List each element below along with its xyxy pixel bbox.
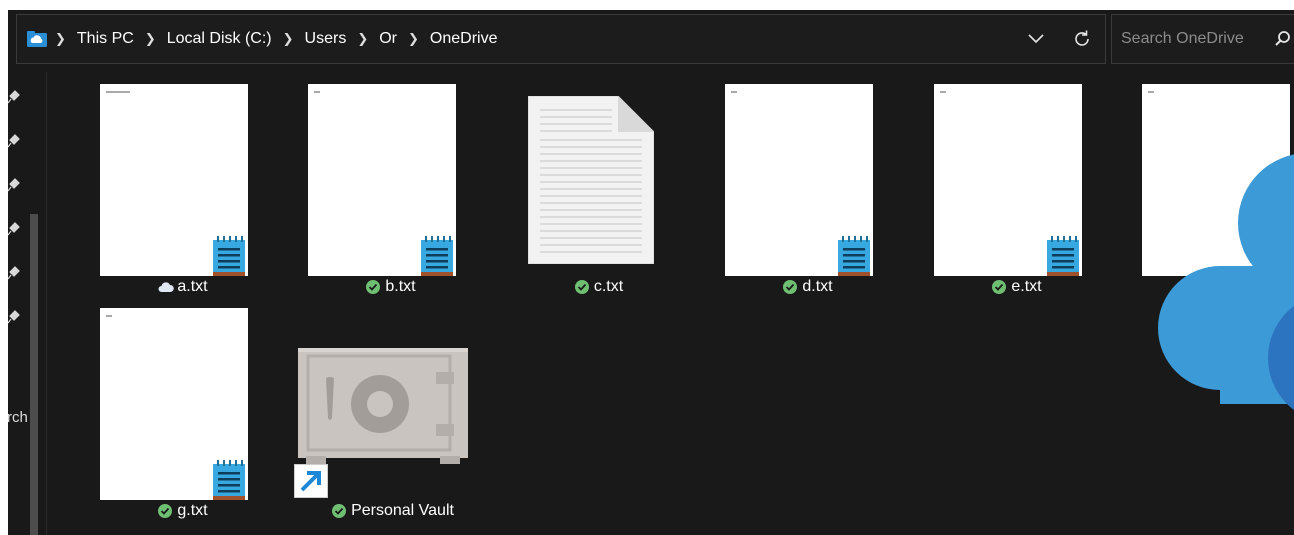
synced-check-icon [574,280,589,294]
notepad-icon [837,236,871,276]
file-name: b.txt [385,278,416,295]
nav-scrollbar[interactable] [30,214,38,535]
file-thumbnail [100,308,248,500]
search-box[interactable] [1111,14,1294,64]
onedrive-cloud-icon [1158,148,1294,410]
pin-icon[interactable] [8,90,20,104]
pin-icon[interactable] [8,266,20,280]
file-name: a.txt [177,278,208,295]
chevron-right-icon[interactable]: ❯ [357,31,368,47]
chevron-right-icon[interactable]: ❯ [145,31,156,47]
nav-item-label[interactable]: rch [8,409,28,426]
file-thumbnail [725,84,873,276]
breadcrumb-this-pc[interactable]: This PC [77,30,134,48]
onedrive-folder-icon [27,31,47,47]
chevron-right-icon[interactable]: ❯ [408,31,419,47]
file-label[interactable]: a.txt [88,278,278,296]
explorer-window: ❯ This PC ❯ Local Disk (C:) ❯ Users ❯ Or ❯ On… [8,10,1294,535]
navigation-pane: rch [8,72,48,535]
notepad-icon [1046,236,1080,276]
file-name: g.txt [177,502,208,519]
file-label[interactable]: e.txt [922,278,1112,296]
pane-divider [46,72,47,535]
pin-icon[interactable] [8,310,20,324]
file-tile[interactable]: c.txt [504,80,694,302]
file-label[interactable]: c.txt [504,278,694,296]
address-bar[interactable]: ❯ This PC ❯ Local Disk (C:) ❯ Users ❯ Or ❯ On… [16,14,1106,64]
breadcrumb-or[interactable]: Or [379,30,397,48]
safe-vault-icon [298,348,468,464]
synced-check-icon [783,280,798,294]
file-tile[interactable]: b.txt [296,80,486,302]
file-name: d.txt [802,278,833,295]
pin-icon[interactable] [8,222,20,236]
text-document-icon [527,95,655,265]
file-name: Personal Vault [351,502,454,519]
file-label[interactable]: g.txt [88,502,278,520]
breadcrumb-users[interactable]: Users [305,30,347,48]
file-thumbnail [308,84,456,276]
breadcrumb: ❯ This PC ❯ Local Disk (C:) ❯ Users ❯ Or ❯ On… [55,30,508,48]
shortcut-arrow-icon [294,464,328,498]
file-thumbnail [100,84,248,276]
breadcrumb-local-disk[interactable]: Local Disk (C:) [167,30,272,48]
chevron-right-icon[interactable]: ❯ [55,31,66,47]
chevron-down-icon[interactable] [1023,26,1049,52]
personal-vault-tile[interactable]: Personal Vault [288,304,488,526]
notepad-icon [212,460,246,500]
search-input[interactable] [1121,30,1271,48]
file-tile[interactable]: d.txt [713,80,903,302]
file-tile[interactable]: a.txt [88,80,278,302]
file-thumbnail [934,84,1082,276]
pin-icon[interactable] [8,134,20,148]
search-icon[interactable] [1274,30,1292,53]
chevron-right-icon[interactable]: ❯ [283,31,294,47]
breadcrumb-onedrive[interactable]: OneDrive [430,30,498,48]
synced-check-icon [366,280,381,294]
refresh-icon[interactable] [1069,26,1095,52]
synced-check-icon [992,280,1007,294]
file-tile[interactable]: g.txt [88,304,278,526]
cloud-status-icon [158,280,175,294]
notepad-icon [420,236,454,276]
synced-check-icon [332,504,347,518]
synced-check-icon [158,504,173,518]
pin-icon[interactable] [8,178,20,192]
file-name: c.txt [593,278,624,295]
file-label[interactable]: b.txt [296,278,486,296]
file-tile[interactable]: e.txt [922,80,1112,302]
notepad-icon [212,236,246,276]
file-name: e.txt [1011,278,1042,295]
file-label[interactable]: Personal Vault [278,502,508,520]
file-label[interactable]: d.txt [713,278,903,296]
